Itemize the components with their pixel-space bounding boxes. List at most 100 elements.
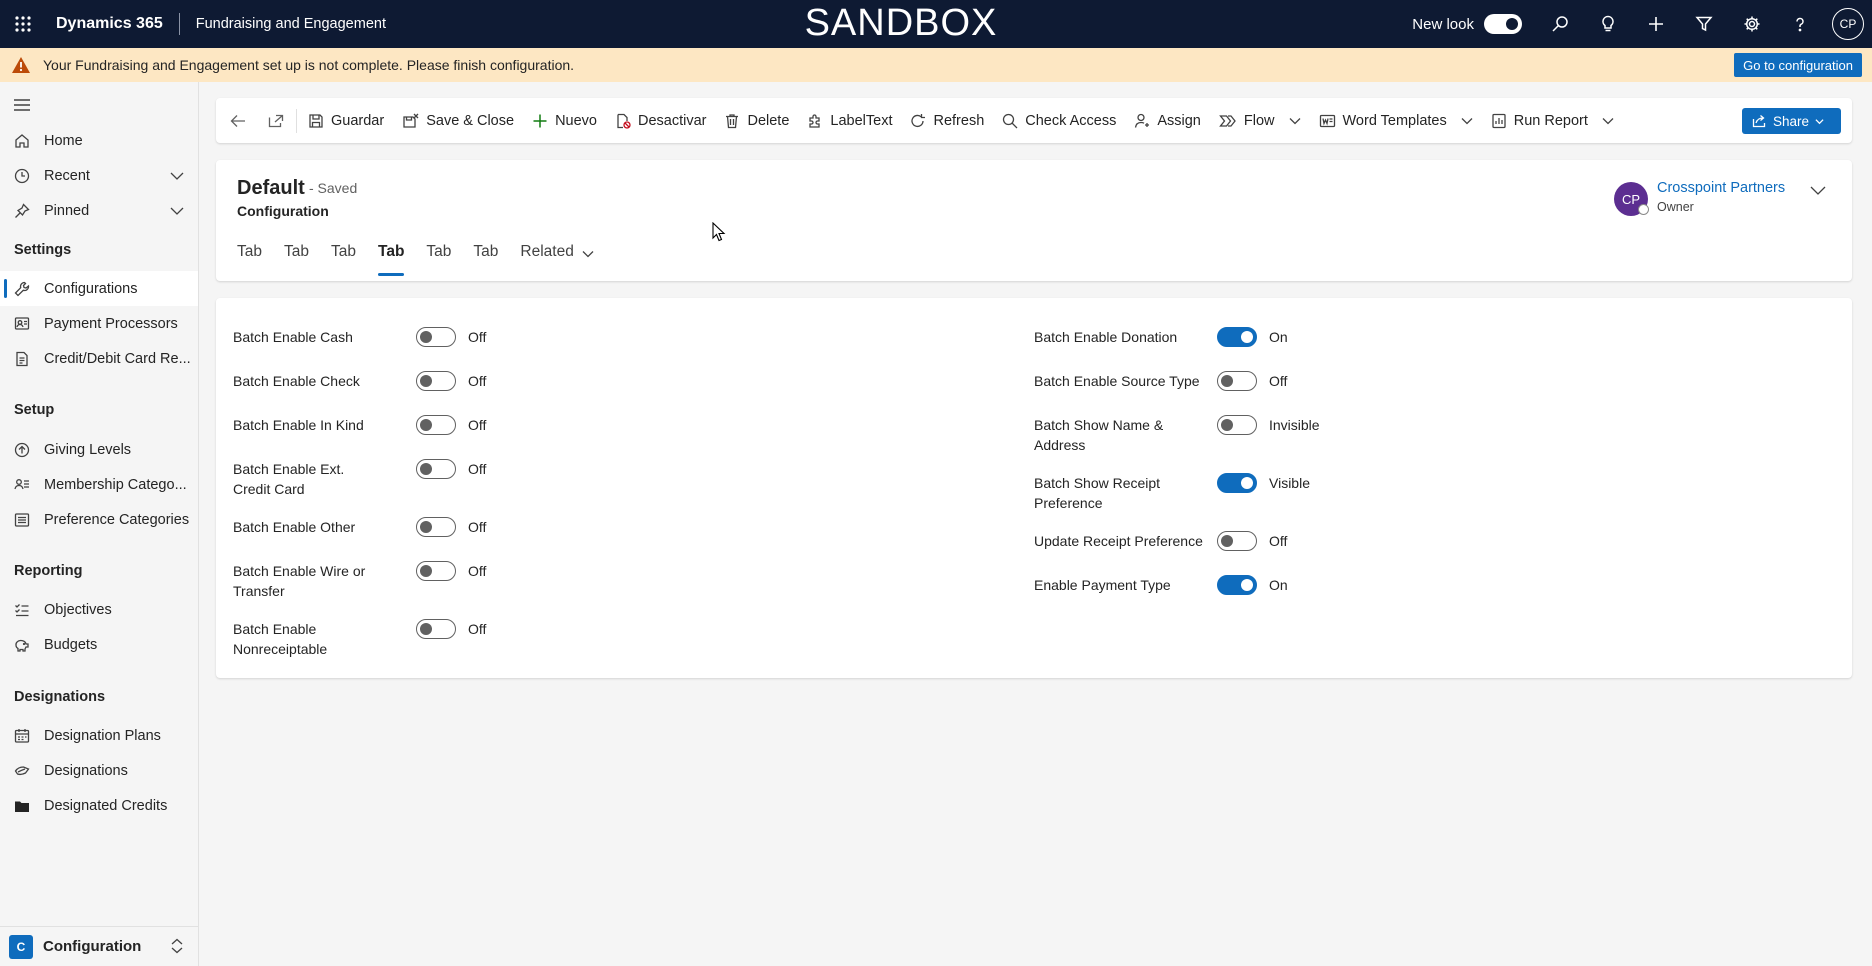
folder-icon bbox=[0, 798, 44, 814]
field-label: Batch Enable Source Type bbox=[1034, 373, 1200, 389]
module-name[interactable]: Fundraising and Engagement bbox=[196, 16, 386, 32]
sidebar-item-giving-levels[interactable]: Giving Levels bbox=[0, 432, 198, 467]
chevron-down-icon[interactable] bbox=[170, 169, 184, 183]
toggle-value: Off bbox=[468, 417, 487, 433]
field-label: Batch Enable Ext. Credit Card bbox=[233, 461, 345, 497]
check-access-button[interactable]: Check Access bbox=[993, 98, 1125, 143]
settings-icon[interactable] bbox=[1728, 0, 1776, 48]
batch-enable-check-toggle[interactable] bbox=[416, 371, 456, 391]
sidebar-item-payment-processors[interactable]: Payment Processors bbox=[0, 306, 198, 341]
chevron-down-icon bbox=[1815, 118, 1824, 124]
deactivate-button[interactable]: Desactivar bbox=[606, 98, 716, 143]
sidebar-item-pinned[interactable]: Pinned bbox=[0, 193, 198, 228]
sidebar-item-designations[interactable]: Designations bbox=[0, 753, 198, 788]
chevron-down-icon bbox=[1289, 117, 1300, 124]
share-button[interactable]: Share bbox=[1741, 108, 1841, 134]
banner-message: Your Fundraising and Engagement set up i… bbox=[43, 57, 575, 73]
field-label: Batch Enable Nonreceiptable bbox=[233, 621, 328, 657]
wrench-icon bbox=[0, 281, 44, 297]
sidebar-item-configurations[interactable]: Configurations bbox=[0, 271, 198, 306]
presence-status-icon bbox=[1638, 204, 1649, 215]
batch-enable-donation-toggle[interactable] bbox=[1217, 327, 1257, 347]
lightbulb-icon[interactable] bbox=[1584, 0, 1632, 48]
run-report-button[interactable]: Run Report bbox=[1482, 98, 1623, 143]
plus-icon[interactable] bbox=[1632, 0, 1680, 48]
sidebar-item-membership-categories[interactable]: Membership Catego... bbox=[0, 467, 198, 502]
sidebar-item-home[interactable]: Home bbox=[0, 123, 198, 158]
tab-6[interactable]: Tab bbox=[473, 243, 498, 273]
word-templates-button[interactable]: Word Templates bbox=[1310, 98, 1482, 143]
filter-icon[interactable] bbox=[1680, 0, 1728, 48]
enable-payment-type-toggle[interactable] bbox=[1217, 575, 1257, 595]
people-icon bbox=[0, 316, 44, 332]
environment-label: SANDBOX bbox=[804, 2, 998, 44]
batch-enable-other-toggle[interactable] bbox=[416, 517, 456, 537]
tab-1[interactable]: Tab bbox=[237, 243, 262, 273]
sidebar-item-label: Designations bbox=[44, 762, 128, 779]
setup-warning-banner: Your Fundraising and Engagement set up i… bbox=[0, 48, 1872, 82]
chevron-down-icon[interactable] bbox=[1810, 184, 1826, 196]
tab-3[interactable]: Tab bbox=[331, 243, 356, 273]
sidebar-item-label: Configurations bbox=[44, 280, 138, 297]
delete-button[interactable]: Delete bbox=[715, 98, 798, 143]
tab-2[interactable]: Tab bbox=[284, 243, 309, 273]
sidebar-item-label: Preference Categories bbox=[44, 511, 190, 528]
refresh-button[interactable]: Refresh bbox=[901, 98, 993, 143]
batch-show-name-address-toggle[interactable] bbox=[1217, 415, 1257, 435]
hamburger-menu-icon[interactable] bbox=[14, 98, 30, 112]
tab-5[interactable]: Tab bbox=[426, 243, 451, 273]
save-close-button[interactable]: Save & Close bbox=[393, 98, 523, 143]
save-icon bbox=[309, 113, 323, 128]
toggle-value: Off bbox=[468, 621, 487, 637]
batch-enable-source-type-toggle[interactable] bbox=[1217, 371, 1257, 391]
toggle-value: Off bbox=[468, 329, 487, 345]
help-icon[interactable] bbox=[1776, 0, 1824, 48]
sidebar-item-recent[interactable]: Recent bbox=[0, 158, 198, 193]
assign-button[interactable]: Assign bbox=[1125, 98, 1210, 143]
batch-enable-wire-transfer-toggle[interactable] bbox=[416, 561, 456, 581]
area-switcher[interactable]: C Configuration bbox=[0, 926, 198, 966]
sidebar-item-designation-plans[interactable]: Designation Plans bbox=[0, 718, 198, 753]
open-new-window-button[interactable] bbox=[258, 98, 294, 143]
save-button[interactable]: Guardar bbox=[299, 98, 393, 143]
sidebar-item-label: Credit/Debit Card Re... bbox=[44, 350, 191, 367]
record-tabs: Tab Tab Tab Tab Tab Tab Related bbox=[237, 243, 616, 276]
sidebar-item-objectives[interactable]: Objectives bbox=[0, 592, 198, 627]
sidebar-item-label: Objectives bbox=[44, 601, 112, 618]
record-title: Default bbox=[237, 177, 305, 199]
tab-4-active[interactable]: Tab bbox=[378, 243, 405, 276]
owner-role-label: Owner bbox=[1657, 200, 1694, 214]
update-receipt-preference-toggle[interactable] bbox=[1217, 531, 1257, 551]
app-launcher-icon[interactable] bbox=[1, 0, 45, 48]
new-button[interactable]: Nuevo bbox=[523, 98, 606, 143]
batch-show-receipt-preference-toggle[interactable] bbox=[1217, 473, 1257, 493]
area-label: Configuration bbox=[43, 938, 142, 955]
sidebar-item-preference-categories[interactable]: Preference Categories bbox=[0, 502, 198, 537]
sidebar-item-label: Giving Levels bbox=[44, 441, 132, 458]
report-icon bbox=[1492, 113, 1506, 128]
app-name[interactable]: Dynamics 365 bbox=[56, 15, 163, 33]
back-button[interactable] bbox=[216, 98, 258, 143]
chevron-up-down-icon[interactable] bbox=[170, 938, 184, 954]
owner-name-link[interactable]: Crosspoint Partners bbox=[1657, 180, 1785, 196]
sidebar-item-budgets[interactable]: Budgets bbox=[0, 627, 198, 662]
field-label: Batch Enable Donation bbox=[1034, 329, 1178, 345]
batch-enable-nonreceiptable-toggle[interactable] bbox=[416, 619, 456, 639]
batch-enable-cash-toggle[interactable] bbox=[416, 327, 456, 347]
batch-enable-ext-credit-card-toggle[interactable] bbox=[416, 459, 456, 479]
toggle-value: Off bbox=[1269, 373, 1288, 389]
tab-related[interactable]: Related bbox=[520, 243, 594, 273]
sidebar-item-credit-debit-card[interactable]: Credit/Debit Card Re... bbox=[0, 341, 198, 376]
go-to-configuration-button[interactable]: Go to configuration bbox=[1734, 53, 1862, 77]
new-look-toggle[interactable] bbox=[1484, 14, 1522, 34]
user-avatar[interactable]: CP bbox=[1832, 8, 1864, 40]
sidebar-item-designated-credits[interactable]: Designated Credits bbox=[0, 788, 198, 823]
word-icon bbox=[1319, 114, 1335, 127]
command-divider bbox=[296, 108, 297, 133]
sidebar-item-label: Pinned bbox=[44, 202, 90, 219]
chevron-down-icon[interactable] bbox=[170, 204, 184, 218]
flow-button[interactable]: Flow bbox=[1210, 98, 1310, 143]
search-icon[interactable] bbox=[1536, 0, 1584, 48]
labeltext-button[interactable]: LabelText bbox=[798, 98, 901, 143]
batch-enable-in-kind-toggle[interactable] bbox=[416, 415, 456, 435]
